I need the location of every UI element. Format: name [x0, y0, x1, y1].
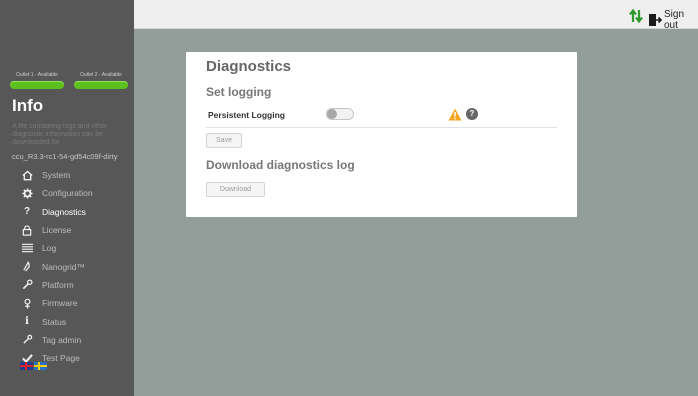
warning-icon	[448, 108, 462, 121]
download-button[interactable]: Download	[206, 182, 265, 197]
help-icon[interactable]: ?	[466, 108, 478, 120]
version-string: ccu_R3.3-rc1-54-gd54c09f-dirty	[12, 152, 118, 161]
sidebar-item-label: Test Page	[42, 353, 80, 364]
sidebar-item-label: Log	[42, 243, 57, 254]
sidebar-item-platform[interactable]: Platform	[0, 276, 134, 294]
persistent-logging-label: Persistent Logging	[208, 110, 285, 120]
sidebar-item-label: Status	[42, 316, 67, 327]
sidebar: Outlet 1 - Available Outlet 2 - Availabl…	[0, 0, 134, 396]
outlet-2-status: Outlet 2 - Available	[74, 72, 128, 89]
info-description: A file containing logs and other diagnos…	[12, 123, 108, 146]
sidebar-item-label: Platform	[42, 279, 74, 290]
english-flag-icon[interactable]	[20, 362, 33, 370]
info-title: Info	[12, 96, 44, 115]
nanogrid-icon	[20, 260, 34, 274]
sidebar-item-nanogrid[interactable]: Nanogrid™	[0, 257, 134, 275]
outlet-1-status: Outlet 1 - Available	[10, 72, 64, 89]
sidebar-item-tag-admin[interactable]: Tag admin	[0, 331, 134, 349]
list-icon	[20, 241, 34, 255]
swedish-flag-icon[interactable]	[34, 362, 47, 370]
lock-icon	[20, 223, 34, 237]
toggle-knob	[327, 109, 337, 119]
sidebar-item-label: Tag admin	[42, 334, 82, 345]
outlet-2-indicator	[74, 81, 128, 89]
top-bar: Sign out	[134, 0, 698, 31]
sidebar-item-configuration[interactable]: Configuration	[0, 184, 134, 202]
outlet-1-label: Outlet 1 - Available	[16, 72, 58, 78]
sidebar-item-license[interactable]: License	[0, 221, 134, 239]
sidebar-item-system[interactable]: System	[0, 166, 134, 184]
sidebar-item-log[interactable]: Log	[0, 239, 134, 257]
firmware-icon	[20, 296, 34, 310]
outlet-1-indicator	[10, 81, 64, 89]
sidebar-item-label: Firmware	[42, 298, 78, 309]
wrench-icon	[20, 278, 34, 292]
sign-out-button[interactable]: Sign out	[648, 9, 698, 31]
sign-out-label: Sign out	[664, 9, 685, 31]
outlet-2-label: Outlet 2 - Available	[80, 72, 122, 78]
door-exit-icon	[648, 13, 663, 27]
sidebar-item-label: Configuration	[42, 188, 93, 199]
diagnostics-card: Diagnostics Set logging Persistent Loggi…	[186, 52, 577, 217]
language-selector	[20, 362, 47, 370]
sort-arrows-icon[interactable]	[629, 8, 643, 24]
gear-icon	[20, 186, 34, 200]
sidebar-item-label: Nanogrid™	[42, 261, 85, 272]
sidebar-nav: System Configuration ? Diagnostics Licen…	[0, 166, 134, 367]
home-icon	[20, 168, 34, 182]
sidebar-item-diagnostics[interactable]: ? Diagnostics	[0, 203, 134, 221]
persistent-logging-toggle[interactable]	[326, 108, 354, 120]
outlet-status-bar: Outlet 1 - Available Outlet 2 - Availabl…	[10, 72, 128, 92]
sidebar-item-firmware[interactable]: Firmware	[0, 294, 134, 312]
sidebar-item-status[interactable]: i Status	[0, 312, 134, 330]
set-logging-heading: Set logging	[206, 85, 272, 99]
sidebar-item-label: Diagnostics	[42, 206, 86, 217]
sidebar-item-label: License	[42, 225, 72, 236]
info-icon: i	[25, 316, 29, 328]
persistent-logging-row: Persistent Logging ?	[206, 104, 557, 128]
save-button[interactable]: Save	[206, 133, 242, 148]
question-icon: ?	[23, 206, 31, 218]
sidebar-item-label: System	[42, 170, 71, 181]
download-heading: Download diagnostics log	[206, 158, 355, 172]
tag-icon	[20, 333, 34, 347]
page-title: Diagnostics	[206, 58, 292, 75]
